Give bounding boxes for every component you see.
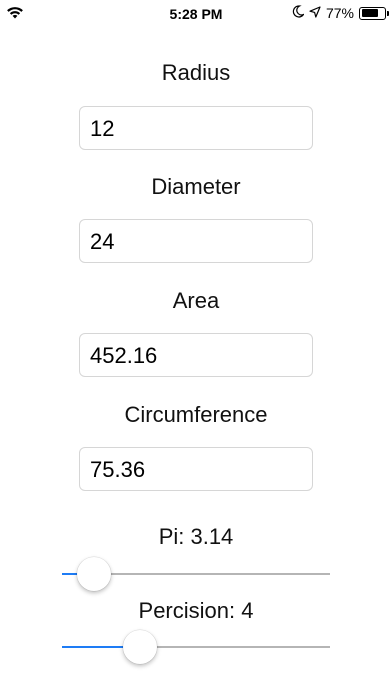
diameter-label: Diameter — [151, 174, 241, 199]
pi-slider[interactable] — [62, 554, 330, 594]
precision-label: Percision: 4 — [138, 598, 254, 623]
status-bar: 5:28 PM 77% — [0, 0, 392, 28]
location-icon — [309, 5, 321, 21]
radius-label: Radius — [161, 60, 231, 85]
battery-icon — [359, 6, 389, 20]
diameter-input[interactable]: 24 — [79, 219, 313, 263]
calculator-screen: 5:28 PM 77% Radius 12 Diameter 24 Area 4… — [0, 0, 392, 696]
area-label: Area — [172, 288, 220, 313]
circumference-input[interactable]: 75.36 — [79, 447, 313, 491]
circumference-label: Circumference — [124, 402, 268, 427]
pi-slider-track-max — [94, 573, 330, 575]
battery-fill — [361, 9, 379, 17]
area-input[interactable]: 452.16 — [79, 333, 313, 377]
pi-slider-thumb[interactable] — [77, 557, 111, 591]
moon-icon — [292, 5, 306, 21]
precision-slider[interactable] — [62, 627, 330, 667]
precision-slider-track-max — [140, 646, 330, 648]
status-right: 77% — [292, 5, 389, 21]
battery-percent: 77% — [325, 5, 354, 21]
precision-slider-thumb[interactable] — [123, 630, 157, 664]
radius-input[interactable]: 12 — [79, 106, 313, 150]
pi-label: Pi: 3.14 — [158, 524, 234, 549]
